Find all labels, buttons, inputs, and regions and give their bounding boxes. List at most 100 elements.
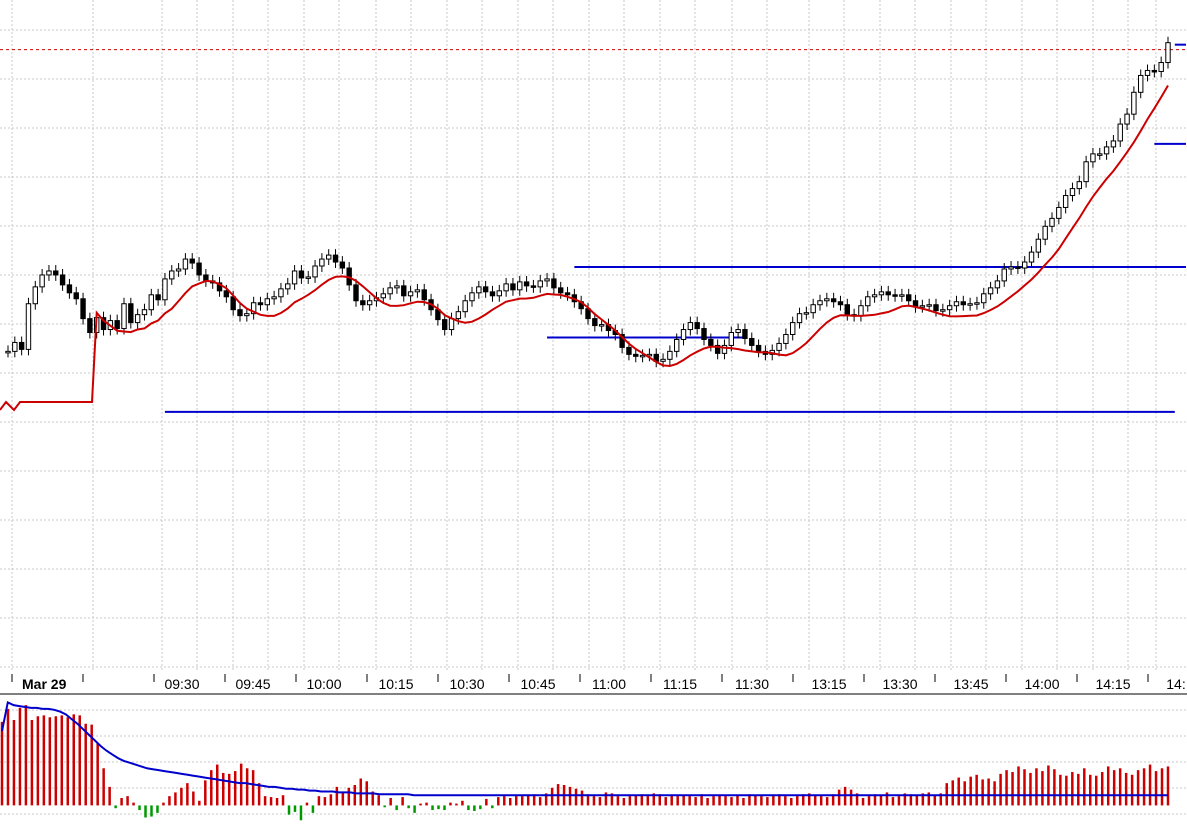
- candle-body: [59, 274, 66, 286]
- candle-body: [817, 300, 823, 306]
- candle-body: [892, 294, 898, 297]
- candle-body: [305, 276, 311, 279]
- candle-body: [1144, 69, 1151, 76]
- indicator-line: [0, 84, 1169, 412]
- candle-body: [476, 286, 482, 294]
- candle-body: [660, 358, 666, 362]
- candle-body: [1103, 146, 1110, 155]
- candle-body: [530, 285, 537, 288]
- candle-body: [1076, 181, 1082, 190]
- candle-body: [667, 350, 673, 360]
- candle-body: [18, 341, 25, 350]
- candle-body: [974, 302, 980, 305]
- candle-body: [407, 291, 414, 297]
- candle-body: [1069, 188, 1076, 197]
- candle-body: [687, 322, 694, 331]
- candle-body: [830, 298, 837, 303]
- time-tick-label: 11:15: [663, 676, 697, 692]
- candle-body: [271, 296, 277, 300]
- candle-body: [87, 318, 93, 334]
- candle-body: [230, 296, 236, 311]
- candle-body: [837, 301, 844, 306]
- candle-body: [1008, 266, 1014, 270]
- candle-body: [1138, 74, 1144, 93]
- candle-body: [940, 309, 946, 312]
- candle-body: [1035, 238, 1042, 253]
- candle-body: [175, 268, 182, 272]
- candle-body: [1124, 113, 1130, 125]
- candle-body: [1110, 140, 1117, 148]
- axis-layer: Mar 29 09:30 09:45 10:00 10:15 10:30 10:45 11:0…: [0, 670, 1187, 695]
- candle-body: [510, 283, 516, 291]
- candle-body: [264, 298, 270, 306]
- candle-body: [810, 304, 816, 314]
- candle-body: [1131, 91, 1137, 115]
- candle-body: [469, 292, 475, 302]
- candle-body: [701, 328, 707, 340]
- grid-layer: [0, 0, 1187, 670]
- candle-body: [1015, 266, 1021, 270]
- candle-body: [517, 281, 523, 291]
- candle-body: [128, 303, 134, 324]
- indicator-layer: [0, 84, 1169, 412]
- candle-body: [790, 322, 796, 336]
- candle-body: [858, 305, 864, 317]
- candle-body: [298, 270, 305, 279]
- candle-body: [114, 320, 120, 330]
- candle-body: [312, 265, 318, 278]
- candle-body: [796, 313, 803, 324]
- candle-body: [394, 285, 400, 289]
- candle-body: [558, 287, 564, 294]
- candle-body: [1165, 42, 1171, 64]
- candle-body: [680, 329, 687, 340]
- time-tick-label: 13:15: [811, 676, 846, 692]
- candle-body: [537, 280, 543, 288]
- candle-body: [448, 318, 455, 331]
- candle-body: [162, 278, 168, 301]
- candle-body: [708, 338, 714, 346]
- time-tick-label: 13:30: [882, 676, 917, 692]
- candle-body: [728, 332, 734, 346]
- time-tick-label: 14:00: [1024, 676, 1059, 692]
- candle-body: [291, 270, 298, 285]
- candle-body: [1083, 161, 1089, 183]
- candle-body: [332, 254, 339, 263]
- candle-body: [366, 300, 373, 306]
- time-tick-label: 11:00: [592, 676, 626, 692]
- volume-layer: [0, 700, 1187, 821]
- candle-body: [885, 291, 891, 296]
- candle-body: [803, 312, 810, 315]
- candle-body: [80, 298, 86, 320]
- candle-body: [919, 305, 926, 308]
- candle-body: [32, 286, 38, 305]
- time-tick-label: 09:45: [235, 676, 270, 692]
- candle-body: [544, 278, 550, 282]
- candle-body: [182, 258, 189, 270]
- candle-body: [278, 288, 284, 298]
- candle-body: [523, 281, 530, 287]
- candle-body: [5, 350, 11, 354]
- candle-body: [735, 329, 741, 334]
- chart-svg: Mar 29 09:30 09:45 10:00 10:15 10:30 10:45 11:0…: [0, 0, 1187, 821]
- candle-body: [169, 270, 175, 280]
- candle-body: [783, 334, 789, 344]
- candle-body: [633, 353, 639, 357]
- candle-body: [749, 337, 755, 346]
- candle-body: [326, 254, 332, 260]
- candle-body: [899, 294, 905, 297]
- candle-body: [1028, 251, 1035, 263]
- candle-body: [189, 258, 195, 264]
- candle-body: [121, 303, 127, 330]
- candle-body: [871, 294, 878, 298]
- candle-body: [53, 270, 59, 276]
- candle-body: [776, 342, 782, 351]
- candle-body: [421, 289, 427, 301]
- candle-body: [824, 298, 830, 302]
- date-label: Mar 29: [22, 676, 67, 692]
- candle-body: [967, 303, 973, 306]
- candle-body: [401, 285, 407, 297]
- candle-body: [598, 324, 605, 327]
- candle-body: [981, 293, 987, 304]
- candle-body: [865, 296, 871, 307]
- candle-body: [319, 258, 325, 267]
